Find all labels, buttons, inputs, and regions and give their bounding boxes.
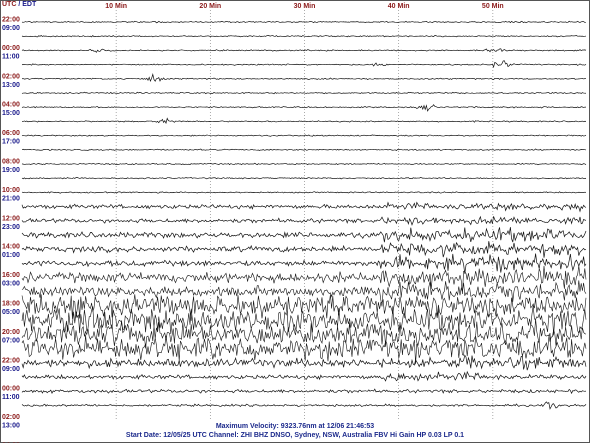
row-label-utc: 20:00 bbox=[2, 329, 20, 336]
row-label-utc: 02:00 bbox=[2, 73, 20, 80]
row-label-edt: 01:00 bbox=[2, 252, 20, 259]
row-label-edt: 05:00 bbox=[2, 309, 20, 316]
row-label-utc: 00:00 bbox=[2, 386, 20, 393]
row-label-utc: 02:00 bbox=[2, 414, 20, 421]
timezone-header: UTC / EDT bbox=[2, 1, 36, 8]
row-label-edt: 03:00 bbox=[2, 281, 20, 288]
row-label-edt: 19:00 bbox=[2, 167, 20, 174]
row-label-utc: 22:00 bbox=[2, 17, 20, 24]
x-tick-label: 10 Min bbox=[105, 3, 127, 10]
row-label-utc: 16:00 bbox=[2, 272, 20, 279]
x-tick-label: 50 Min bbox=[482, 3, 504, 10]
row-label-edt: 07:00 bbox=[2, 337, 20, 344]
x-tick-label: 40 Min bbox=[388, 3, 410, 10]
x-tick-label: 30 Min bbox=[294, 3, 316, 10]
row-label-edt: 15:00 bbox=[2, 110, 20, 117]
row-label-utc: 12:00 bbox=[2, 215, 20, 222]
start-date-channel-text: Start Date: 12/05/25 UTC Channel: ZHI BH… bbox=[125, 432, 465, 439]
row-label-utc: 00:00 bbox=[2, 45, 20, 52]
row-label-utc: 04:00 bbox=[2, 102, 20, 109]
row-label-edt: 23:00 bbox=[2, 224, 20, 231]
row-label-utc: 10:00 bbox=[2, 187, 20, 194]
row-label-utc: 08:00 bbox=[2, 159, 20, 166]
row-label-edt: 09:00 bbox=[2, 366, 20, 373]
row-label-edt: 17:00 bbox=[2, 139, 20, 146]
row-label-utc: 06:00 bbox=[2, 130, 20, 137]
row-label-edt: 11:00 bbox=[2, 394, 20, 401]
seismogram-chart: 10 Min 20 Min 30 Min 40 Min 50 Min 22:0009:0… bbox=[0, 0, 590, 443]
row-label-utc: 14:00 bbox=[2, 244, 20, 251]
row-label-edt: 09:00 bbox=[2, 25, 20, 32]
max-velocity-text: Maximum Velocity: 9323.76nm at 12/06 21:… bbox=[215, 423, 375, 430]
x-tick-label: 20 Min bbox=[199, 3, 221, 10]
row-label-utc: 18:00 bbox=[2, 301, 20, 308]
row-label-edt: 13:00 bbox=[2, 82, 20, 89]
timezone-primary: UTC bbox=[2, 1, 17, 8]
row-label-utc: 22:00 bbox=[2, 357, 20, 364]
row-label-edt: 21:00 bbox=[2, 195, 20, 202]
timezone-secondary: EDT bbox=[22, 1, 37, 8]
row-label-edt: 11:00 bbox=[2, 53, 20, 60]
